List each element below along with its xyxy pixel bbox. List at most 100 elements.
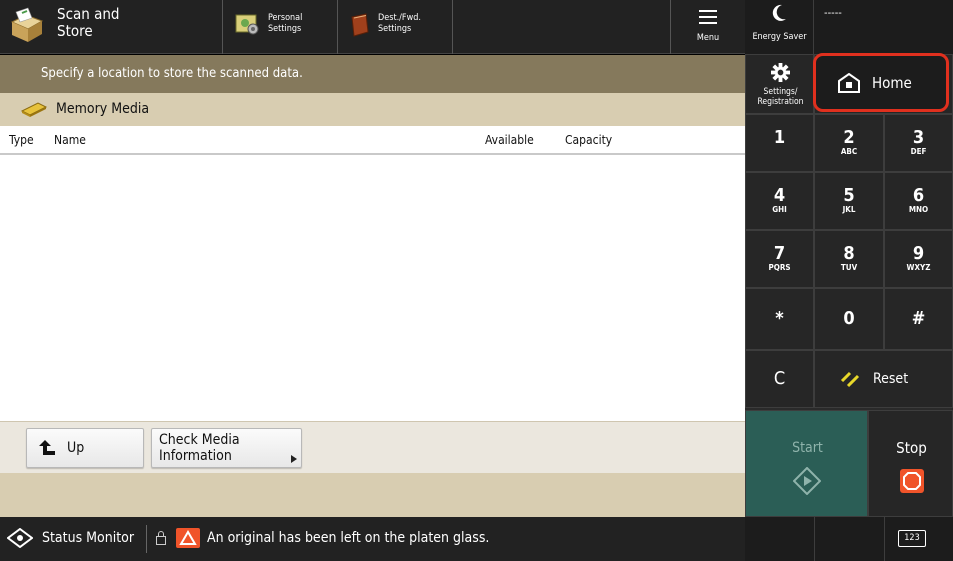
key-5-number: 5 — [843, 185, 855, 206]
keypad-toggle-button[interactable]: 123 — [898, 530, 926, 547]
key-2-number: 2 — [843, 127, 855, 148]
divider — [814, 517, 815, 561]
stop-button[interactable]: Stop — [868, 410, 953, 517]
app-title-line1: Scan and — [57, 5, 120, 23]
personal-settings-button[interactable]: Personal Settings — [223, 0, 337, 54]
table-header: Type Name Available Capacity — [0, 126, 745, 155]
home-button[interactable]: Home — [813, 53, 949, 112]
location-name: Memory Media — [56, 101, 150, 117]
status-monitor-label: Status Monitor — [42, 530, 135, 546]
instruction-text: Specify a location to store the scanned … — [41, 66, 303, 81]
home-label: Home — [872, 74, 912, 92]
key-0-number: 0 — [843, 308, 855, 329]
key-9-letters: WXYZ — [906, 263, 931, 272]
dest-fwd-settings-button[interactable]: Dest./Fwd. Settings — [338, 0, 452, 54]
button-strip: Up Check Media Information — [0, 421, 745, 473]
media-list[interactable] — [0, 155, 745, 421]
up-button[interactable]: Up — [26, 428, 144, 468]
key-1[interactable]: 1 — [745, 114, 814, 172]
key-5-letters: JKL — [842, 205, 856, 214]
key-9-number: 9 — [912, 243, 925, 264]
personal-settings-line1: Personal — [268, 13, 303, 23]
key-3[interactable]: 3 DEF — [884, 114, 953, 172]
status-bar: Status Monitor An original has been left… — [0, 517, 745, 561]
right-control-panel: Energy Saver ----- Settings/ Registratio… — [745, 0, 953, 561]
right-status-strip: 123 — [745, 517, 953, 561]
instruction-bar: Specify a location to store the scanned … — [0, 55, 745, 93]
dest-fwd-line2: Settings — [378, 24, 412, 34]
scan-and-store-icon — [10, 7, 44, 42]
stop-label: Stop — [896, 439, 927, 457]
key-6[interactable]: 6 MNO — [884, 172, 953, 230]
key-4[interactable]: 4 GHI — [745, 172, 814, 230]
key-6-number: 6 — [912, 185, 925, 206]
gear-icon — [771, 63, 790, 82]
status-message: An original has been left on the platen … — [207, 530, 490, 546]
home-icon — [838, 73, 860, 93]
counter-area: ----- — [814, 0, 953, 54]
clear-label: C — [773, 368, 786, 389]
column-capacity: Capacity — [565, 133, 613, 147]
start-label: Start — [792, 440, 823, 456]
divider — [884, 517, 885, 561]
menu-button[interactable]: Menu — [671, 0, 745, 54]
start-button[interactable]: Start — [745, 410, 868, 517]
warning-icon — [176, 528, 200, 548]
check-media-label: Check Media Information — [159, 432, 240, 464]
key-6-letters: MNO — [908, 205, 929, 214]
key-asterisk[interactable]: * — [745, 288, 814, 350]
personal-settings-line2: Settings — [268, 24, 302, 34]
reset-label: Reset — [873, 371, 909, 387]
settings-registration-button[interactable]: Settings/ Registration — [745, 54, 814, 114]
reset-icon — [840, 371, 860, 388]
key-0[interactable]: 0 — [814, 288, 884, 350]
check-media-information-button[interactable]: Check Media Information — [151, 428, 302, 468]
key-9[interactable]: 9 WXYZ — [884, 230, 953, 288]
menu-label: Menu — [696, 33, 720, 43]
key-hash[interactable]: # — [884, 288, 953, 350]
settings-line1: Settings/ — [763, 87, 798, 97]
home-button-cell: Home — [813, 53, 953, 114]
key-8-letters: TUV — [840, 263, 858, 272]
divider — [146, 525, 147, 553]
up-label: Up — [67, 440, 85, 456]
energy-saver-label: Energy Saver — [752, 32, 807, 42]
app-title: Scan and Store — [57, 6, 167, 40]
energy-saver-button[interactable]: Energy Saver — [745, 0, 814, 54]
reset-button[interactable]: Reset — [814, 350, 953, 408]
settings-line2: Registration — [757, 97, 804, 107]
hamburger-icon — [699, 10, 717, 28]
lock-icon — [156, 531, 166, 545]
key-7-number: 7 — [773, 243, 786, 264]
key-4-letters: GHI — [772, 205, 787, 214]
settings-label: Settings/ Registration — [746, 87, 815, 107]
key-7[interactable]: 7 PQRS — [745, 230, 814, 288]
status-monitor-button[interactable]: Status Monitor — [0, 517, 146, 561]
top-bar: Scan and Store Personal Settings Dest./F… — [0, 0, 745, 54]
address-book-icon — [351, 13, 369, 37]
caret-right-icon — [291, 455, 297, 463]
divider — [452, 0, 453, 54]
personal-settings-label: Personal Settings — [268, 13, 302, 35]
key-5[interactable]: 5 JKL — [814, 172, 884, 230]
up-arrow-icon — [39, 440, 55, 455]
app-title-line2: Store — [57, 22, 93, 40]
check-media-line1: Check Media — [159, 432, 240, 448]
counter-value: ----- — [824, 6, 842, 19]
status-monitor-icon — [7, 528, 33, 548]
key-7-letters: PQRS — [768, 263, 791, 272]
key-3-number: 3 — [912, 127, 925, 148]
memory-media-icon — [20, 102, 48, 117]
key-3-letters: DEF — [910, 147, 927, 156]
key-8-number: 8 — [843, 243, 855, 264]
key-2-letters: ABC — [840, 147, 858, 156]
clear-button[interactable]: C — [745, 350, 814, 408]
check-media-line2: Information — [159, 448, 232, 464]
dest-fwd-label: Dest./Fwd. Settings — [378, 13, 421, 35]
key-8[interactable]: 8 TUV — [814, 230, 884, 288]
stop-icon — [900, 469, 924, 493]
dest-fwd-line1: Dest./Fwd. — [378, 13, 421, 23]
start-icon — [793, 467, 821, 495]
key-2[interactable]: 2 ABC — [814, 114, 884, 172]
key-hash-symbol: # — [911, 308, 926, 329]
